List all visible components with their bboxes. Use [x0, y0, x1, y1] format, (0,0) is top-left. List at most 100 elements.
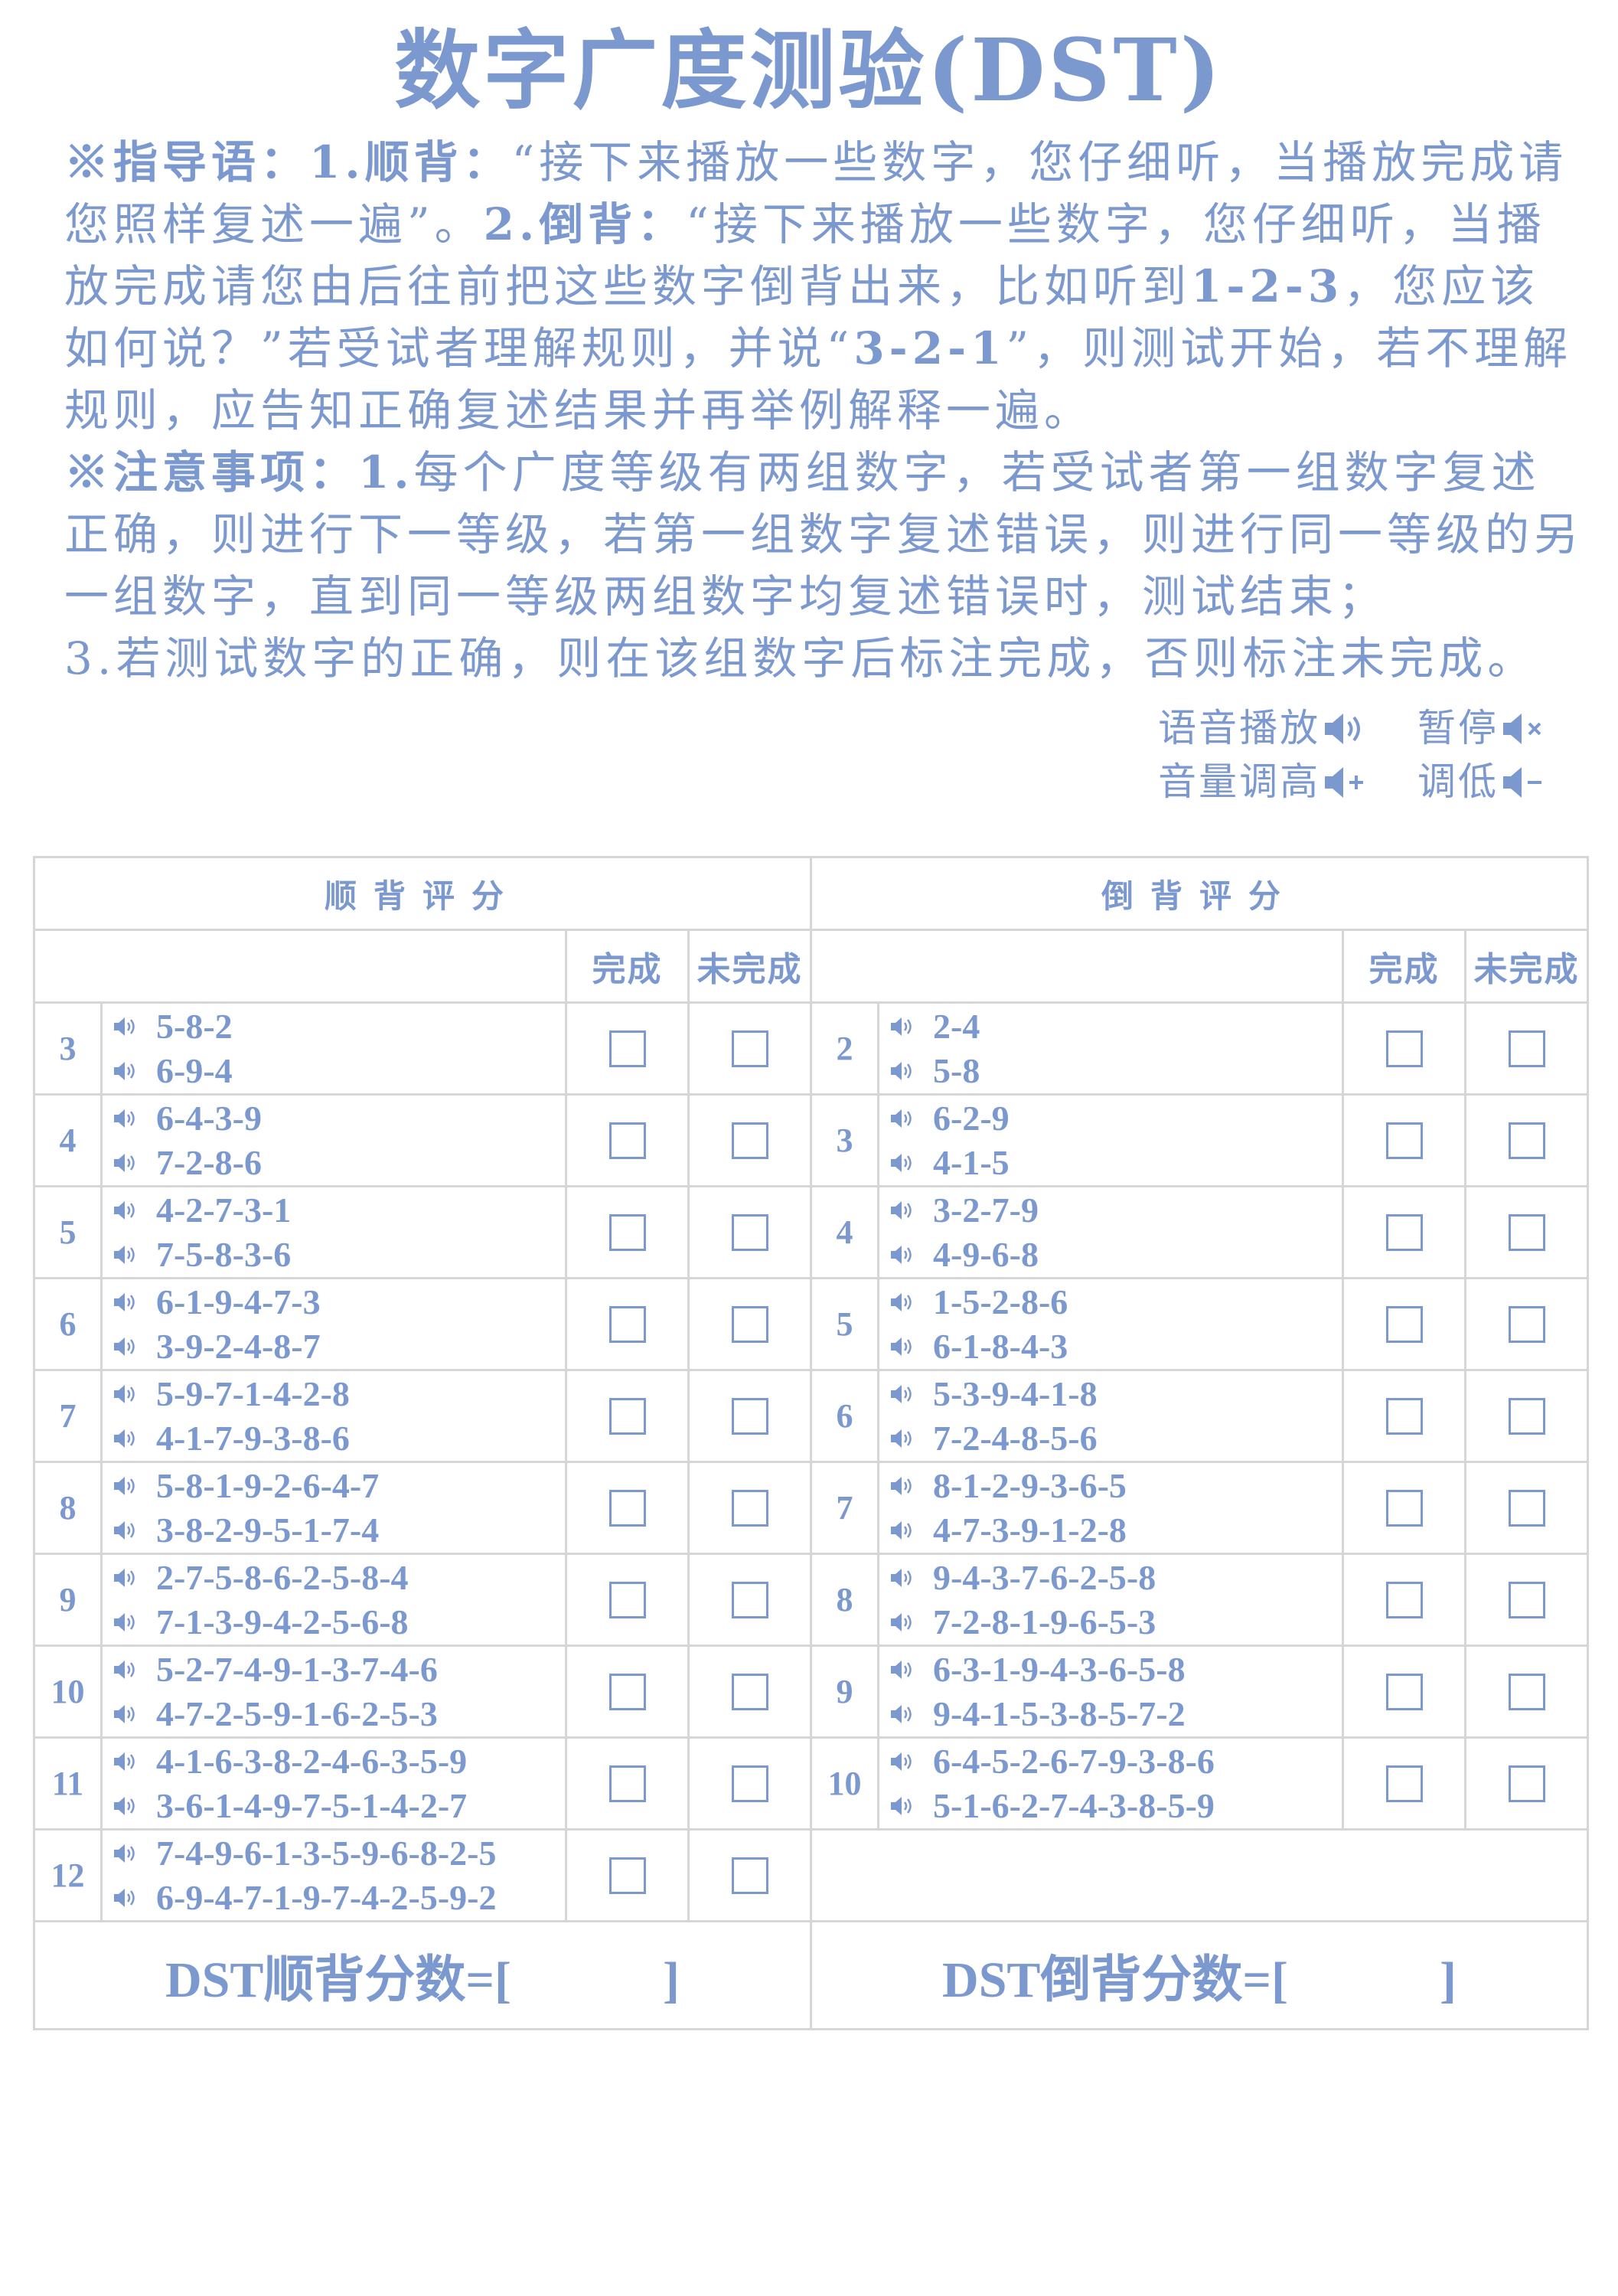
done-checkbox[interactable] — [608, 1305, 646, 1343]
backward-level: 9 — [810, 1644, 880, 1739]
not-done-checkbox[interactable] — [1508, 1030, 1545, 1067]
volume-up-button[interactable]: 音量调高 — [1158, 755, 1369, 808]
pause-button[interactable]: 暂停 — [1417, 701, 1548, 755]
forward-sequences: 5-8-2 6-9-4 — [100, 1001, 567, 1096]
backward-sequences: 2-4 5-8 — [877, 1001, 1345, 1096]
done-checkbox[interactable] — [608, 1857, 646, 1894]
speaker-icon[interactable] — [113, 1383, 139, 1405]
speaker-icon[interactable] — [890, 1795, 916, 1817]
done-checkbox[interactable] — [1385, 1030, 1423, 1067]
speaker-icon[interactable] — [113, 1703, 139, 1725]
table-row: 6 6-1-9-4-7-3 3-9-2-4-8-7 5 1-5-2-8-6 6-1-8-4… — [33, 1277, 1590, 1371]
speaker-icon[interactable] — [890, 1612, 916, 1633]
speaker-icon[interactable] — [113, 1887, 139, 1909]
sequence-text: 4-1-7-9-3-8-6 — [156, 1419, 350, 1458]
done-checkbox[interactable] — [608, 1765, 646, 1802]
pause-label: 暂停 — [1417, 706, 1499, 750]
speaker-icon[interactable] — [113, 1428, 139, 1449]
digit-sequence: 4-7-3-9-1-2-8 — [890, 1508, 1342, 1553]
done-checkbox[interactable] — [608, 1673, 646, 1710]
speaker-icon[interactable] — [113, 1612, 139, 1633]
speaker-icon[interactable] — [113, 1200, 139, 1221]
speaker-icon[interactable] — [890, 1152, 916, 1174]
notes-label: ※注意事项： — [64, 446, 359, 498]
forward-not-done-cell — [687, 1369, 813, 1463]
not-done-checkbox[interactable] — [1508, 1397, 1545, 1435]
speaker-icon[interactable] — [113, 1520, 139, 1541]
speaker-icon[interactable] — [890, 1383, 916, 1405]
speaker-icon[interactable] — [890, 1060, 916, 1082]
done-checkbox[interactable] — [1385, 1489, 1423, 1527]
speaker-icon[interactable] — [890, 1751, 916, 1772]
speaker-icon[interactable] — [113, 1567, 139, 1589]
not-done-checkbox[interactable] — [731, 1489, 768, 1527]
forward-level: 6 — [33, 1277, 103, 1371]
done-checkbox[interactable] — [1385, 1213, 1423, 1251]
speaker-icon[interactable] — [113, 1336, 139, 1357]
table-row: 11 4-1-6-3-8-2-4-6-3-5-9 3-6-1-4-9-7-5-1-4… — [33, 1736, 1590, 1831]
play-button[interactable]: 语音播放 — [1158, 701, 1369, 755]
speaker-icon[interactable] — [113, 1843, 139, 1864]
speaker-icon[interactable] — [890, 1336, 916, 1357]
backward-level: 2 — [810, 1001, 880, 1096]
speaker-icon[interactable] — [113, 1659, 139, 1680]
speaker-icon[interactable] — [113, 1016, 139, 1037]
not-done-checkbox[interactable] — [731, 1765, 768, 1802]
not-done-checkbox[interactable] — [1508, 1489, 1545, 1527]
not-done-checkbox[interactable] — [731, 1030, 768, 1067]
not-done-checkbox[interactable] — [731, 1857, 768, 1894]
speaker-icon[interactable] — [890, 1200, 916, 1221]
speaker-icon[interactable] — [113, 1152, 139, 1174]
speaker-icon[interactable] — [890, 1475, 916, 1497]
speaker-icon[interactable] — [890, 1244, 916, 1266]
speaker-icon[interactable] — [890, 1016, 916, 1037]
done-checkbox[interactable] — [608, 1122, 646, 1159]
not-done-checkbox[interactable] — [1508, 1213, 1545, 1251]
done-checkbox[interactable] — [608, 1213, 646, 1251]
not-done-checkbox[interactable] — [731, 1581, 768, 1618]
digit-sequence: 5-8-2 — [113, 1004, 565, 1049]
done-checkbox[interactable] — [608, 1030, 646, 1067]
speaker-icon[interactable] — [890, 1520, 916, 1541]
not-done-checkbox[interactable] — [1508, 1122, 1545, 1159]
not-done-checkbox[interactable] — [1508, 1305, 1545, 1343]
forward-level: 10 — [33, 1644, 103, 1739]
not-done-checkbox[interactable] — [1508, 1765, 1545, 1802]
sequence-text: 5-8-2 — [156, 1007, 233, 1046]
speaker-icon[interactable] — [113, 1795, 139, 1817]
not-done-checkbox[interactable] — [731, 1673, 768, 1710]
speaker-icon[interactable] — [113, 1108, 139, 1129]
speaker-icon[interactable] — [890, 1659, 916, 1680]
speaker-icon[interactable] — [113, 1244, 139, 1266]
speaker-icon[interactable] — [113, 1475, 139, 1497]
done-checkbox[interactable] — [608, 1397, 646, 1435]
speaker-icon[interactable] — [890, 1292, 916, 1313]
speaker-icon[interactable] — [890, 1567, 916, 1589]
speaker-icon[interactable] — [113, 1292, 139, 1313]
speaker-icon[interactable] — [890, 1108, 916, 1129]
done-checkbox[interactable] — [1385, 1673, 1423, 1710]
not-done-checkbox[interactable] — [731, 1305, 768, 1343]
volume-down-button[interactable]: 调低 — [1417, 755, 1548, 808]
done-checkbox[interactable] — [1385, 1122, 1423, 1159]
not-done-checkbox[interactable] — [731, 1397, 768, 1435]
speaker-icon[interactable] — [113, 1060, 139, 1082]
forward-not-done-cell — [687, 1461, 813, 1555]
not-done-checkbox[interactable] — [1508, 1673, 1545, 1710]
sequence-text: 5-9-7-1-4-2-8 — [156, 1374, 350, 1413]
done-checkbox[interactable] — [608, 1581, 646, 1618]
done-checkbox[interactable] — [1385, 1397, 1423, 1435]
done-checkbox[interactable] — [1385, 1305, 1423, 1343]
done-checkbox[interactable] — [608, 1489, 646, 1527]
speaker-icon[interactable] — [113, 1751, 139, 1772]
speaker-icon[interactable] — [890, 1703, 916, 1725]
done-checkbox[interactable] — [1385, 1765, 1423, 1802]
speaker-icon[interactable] — [890, 1428, 916, 1449]
forward-not-done-cell — [687, 1828, 813, 1922]
done-checkbox[interactable] — [1385, 1581, 1423, 1618]
forward-level: 4 — [33, 1093, 103, 1187]
not-done-checkbox[interactable] — [731, 1213, 768, 1251]
not-done-checkbox[interactable] — [1508, 1581, 1545, 1618]
not-done-checkbox[interactable] — [731, 1122, 768, 1159]
forward-done-cell — [565, 1093, 690, 1187]
